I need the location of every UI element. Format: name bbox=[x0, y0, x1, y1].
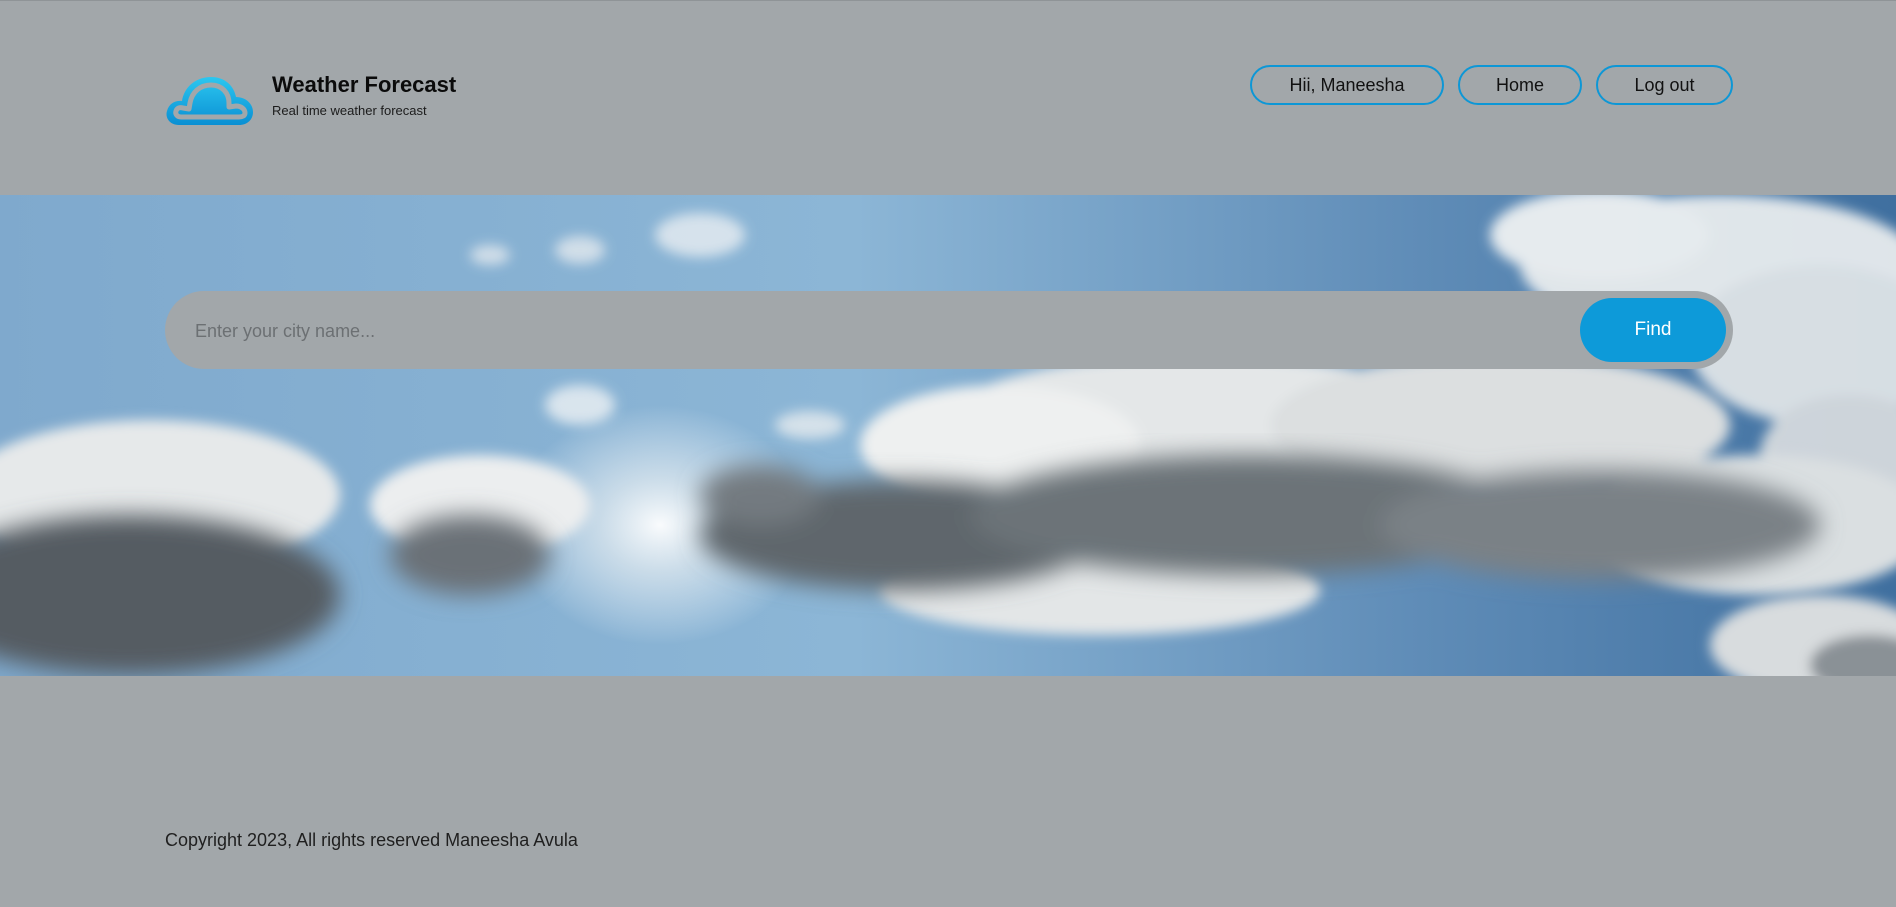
logout-button[interactable]: Log out bbox=[1596, 65, 1733, 105]
top-nav: Hii, Maneesha Home Log out bbox=[1250, 65, 1733, 105]
hero-sky-banner: Find bbox=[0, 195, 1896, 676]
footer-copyright: Copyright 2023, All rights reserved Mane… bbox=[165, 830, 578, 850]
home-button[interactable]: Home bbox=[1458, 65, 1582, 105]
brand-title: Weather Forecast bbox=[272, 72, 457, 97]
city-search-input[interactable] bbox=[193, 291, 1557, 371]
brand[interactable]: Weather Forecast Real time weather forec… bbox=[165, 71, 456, 129]
user-greeting-button[interactable]: Hii, Maneesha bbox=[1250, 65, 1444, 105]
cloudy-sky-image bbox=[0, 195, 1896, 676]
header: Weather Forecast Real time weather forec… bbox=[0, 1, 1896, 195]
search-bar: Find bbox=[165, 291, 1733, 371]
brand-subtitle: Real time weather forecast bbox=[272, 103, 427, 118]
cloud-icon bbox=[165, 73, 255, 129]
find-button[interactable]: Find bbox=[1580, 298, 1726, 362]
page: Weather Forecast Real time weather forec… bbox=[0, 0, 1896, 907]
